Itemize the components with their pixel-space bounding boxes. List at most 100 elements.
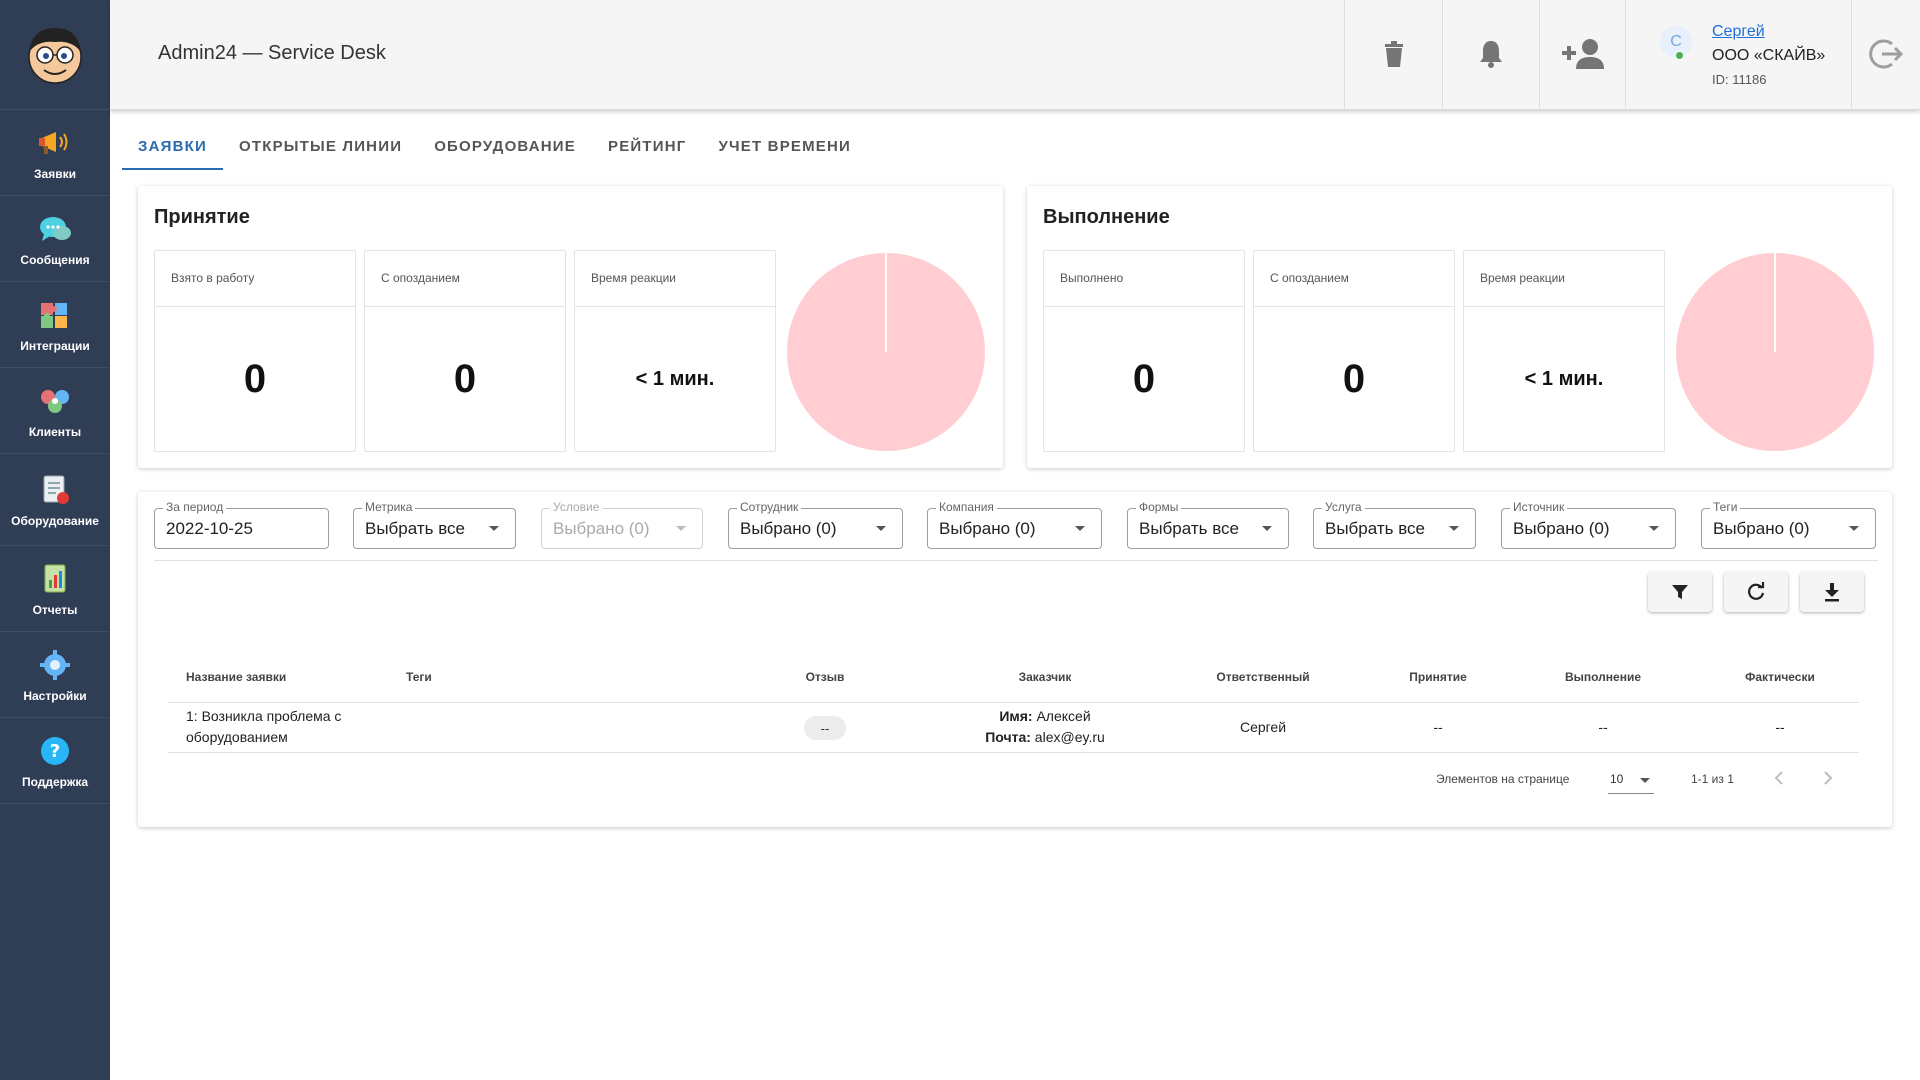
tab-time-tracking[interactable]: УЧЕТ ВРЕМЕНИ bbox=[702, 126, 867, 170]
customer-email: Почта: alex@ey.ru bbox=[955, 729, 1135, 745]
bell-icon bbox=[1480, 41, 1502, 68]
add-user-button[interactable] bbox=[1539, 0, 1625, 108]
customer-name-value: Алексей bbox=[1036, 708, 1091, 724]
request-name-cont[interactable]: оборудованием bbox=[186, 729, 288, 745]
help-icon: ? bbox=[37, 733, 73, 769]
completion-pie-chart bbox=[1676, 253, 1874, 451]
card-title: Выполнение bbox=[1043, 206, 1170, 228]
next-page-button[interactable] bbox=[1822, 770, 1834, 791]
gear-icon bbox=[37, 647, 73, 683]
dropdown-arrow-icon bbox=[1262, 526, 1272, 531]
dropdown-arrow-icon bbox=[489, 526, 499, 531]
user-organization: ООО «СКАЙВ» bbox=[1712, 47, 1826, 64]
per-page-label: Элементов на странице bbox=[1436, 772, 1570, 786]
sidebar: Заявки Сообщения Интеграции Клиенты Обор… bbox=[0, 0, 110, 1080]
per-page-select[interactable]: 10 bbox=[1608, 766, 1654, 794]
sidebar-item-equipment[interactable]: Оборудование bbox=[0, 454, 110, 546]
metric-completed: Выполнено 0 bbox=[1043, 250, 1245, 452]
tags-select[interactable]: Теги Выбрано (0) bbox=[1701, 500, 1876, 549]
tab-equipment[interactable]: ОБОРУДОВАНИЕ bbox=[418, 126, 592, 170]
column-header[interactable]: Принятие bbox=[1383, 670, 1493, 684]
forms-select[interactable]: Формы Выбрать все bbox=[1127, 500, 1289, 549]
app-logo[interactable] bbox=[0, 0, 110, 110]
metric-label: Время реакции bbox=[1464, 251, 1664, 307]
logout-button[interactable] bbox=[1851, 0, 1920, 108]
sidebar-item-label: Заявки bbox=[34, 166, 76, 181]
request-name[interactable]: 1: Возникла проблема с bbox=[186, 708, 341, 724]
feedback-chip: -- bbox=[804, 716, 846, 740]
field-value: Выбрано (0) bbox=[553, 519, 650, 538]
metric-value: 0 bbox=[1342, 356, 1366, 401]
notifications-button[interactable] bbox=[1442, 0, 1539, 108]
sidebar-item-label: Оборудование bbox=[11, 513, 99, 528]
sidebar-item-reports[interactable]: Отчеты bbox=[0, 546, 110, 632]
sidebar-item-settings[interactable]: Настройки bbox=[0, 632, 110, 718]
actual-cell: -- bbox=[1775, 719, 1785, 735]
user-name-link[interactable]: Сергей bbox=[1712, 23, 1765, 41]
column-header[interactable]: Фактически bbox=[1725, 670, 1835, 684]
sidebar-item-requests[interactable]: Заявки bbox=[0, 110, 110, 196]
source-select[interactable]: Источник Выбрано (0) bbox=[1501, 500, 1676, 549]
filter-button[interactable] bbox=[1648, 572, 1712, 612]
page-range: 1-1 из 1 bbox=[1691, 772, 1734, 786]
field-label: Компания bbox=[936, 500, 997, 514]
field-label: Сотрудник bbox=[737, 500, 802, 514]
column-header[interactable]: Ответственный bbox=[1198, 670, 1328, 684]
metric-label: С опозданием bbox=[365, 251, 565, 307]
main-tabs: ЗАЯВКИ ОТКРЫТЫЕ ЛИНИИ ОБОРУДОВАНИЕ РЕЙТИ… bbox=[122, 126, 867, 170]
prev-page-button[interactable] bbox=[1773, 770, 1785, 791]
field-label: Источник bbox=[1510, 500, 1568, 514]
metric-value: < 1 мин. bbox=[635, 367, 715, 390]
tab-rating[interactable]: РЕЙТИНГ bbox=[592, 126, 702, 170]
mascot-logo-icon bbox=[28, 27, 82, 84]
report-icon bbox=[37, 561, 73, 597]
metric-reaction-time: Время реакции < 1 мин. bbox=[1463, 250, 1665, 452]
sidebar-item-label: Интеграции bbox=[20, 338, 90, 353]
filter-icon bbox=[1672, 585, 1688, 599]
refresh-button[interactable] bbox=[1724, 572, 1788, 612]
metric-value: 0 bbox=[1132, 356, 1156, 401]
sidebar-item-integrations[interactable]: Интеграции bbox=[0, 282, 110, 368]
field-value: Выбрать все bbox=[1325, 519, 1425, 538]
trash-button[interactable] bbox=[1344, 0, 1442, 108]
column-header[interactable]: Название заявки bbox=[186, 670, 286, 684]
field-value: Выбрано (0) bbox=[1513, 519, 1610, 538]
tab-requests[interactable]: ЗАЯВКИ bbox=[122, 126, 223, 170]
online-status-dot bbox=[1676, 52, 1683, 59]
refresh-icon bbox=[1748, 582, 1765, 600]
field-value: Выбрать все bbox=[365, 519, 465, 538]
dropdown-arrow-icon bbox=[1649, 526, 1659, 531]
metric-label: Выполнено bbox=[1044, 251, 1244, 307]
metric-late: С опозданием 0 bbox=[1253, 250, 1455, 452]
metric-select[interactable]: Метрика Выбрать все bbox=[353, 500, 516, 549]
download-button[interactable] bbox=[1800, 572, 1864, 612]
employee-select[interactable]: Сотрудник Выбрано (0) bbox=[728, 500, 903, 549]
svg-text:?: ? bbox=[50, 741, 60, 762]
condition-select: Условие Выбрано (0) bbox=[541, 500, 703, 549]
period-field[interactable]: За период 2022-10-25 bbox=[154, 500, 329, 549]
divider bbox=[154, 560, 1878, 561]
sidebar-item-clients[interactable]: Клиенты bbox=[0, 368, 110, 454]
field-value: Выбрано (0) bbox=[939, 519, 1036, 538]
field-label: Формы bbox=[1136, 500, 1182, 514]
column-header[interactable]: Отзыв bbox=[787, 670, 863, 684]
field-value: Выбрано (0) bbox=[740, 519, 837, 538]
field-value: Выбрать все bbox=[1139, 519, 1239, 538]
chevron-right-icon bbox=[1824, 771, 1833, 785]
customer-email-label: Почта: bbox=[985, 729, 1031, 745]
tab-open-lines[interactable]: ОТКРЫТЫЕ ЛИНИИ bbox=[223, 126, 418, 170]
column-header[interactable]: Выполнение bbox=[1548, 670, 1658, 684]
service-select[interactable]: Услуга Выбрать все bbox=[1313, 500, 1476, 549]
column-header[interactable]: Теги bbox=[406, 670, 432, 684]
sidebar-item-support[interactable]: ? Поддержка bbox=[0, 718, 110, 804]
metric-value: 0 bbox=[453, 356, 477, 401]
clients-icon bbox=[37, 383, 73, 419]
logout-icon bbox=[1869, 39, 1904, 69]
sidebar-item-messages[interactable]: Сообщения bbox=[0, 196, 110, 282]
acceptance-cell: -- bbox=[1433, 719, 1443, 735]
company-select[interactable]: Компания Выбрано (0) bbox=[927, 500, 1102, 549]
dropdown-arrow-icon bbox=[876, 526, 886, 531]
dropdown-arrow-icon bbox=[676, 526, 686, 531]
user-profile: С Сергей ООО «СКАЙВ» ID: 11186 bbox=[1625, 0, 1851, 108]
column-header[interactable]: Заказчик bbox=[975, 670, 1115, 684]
